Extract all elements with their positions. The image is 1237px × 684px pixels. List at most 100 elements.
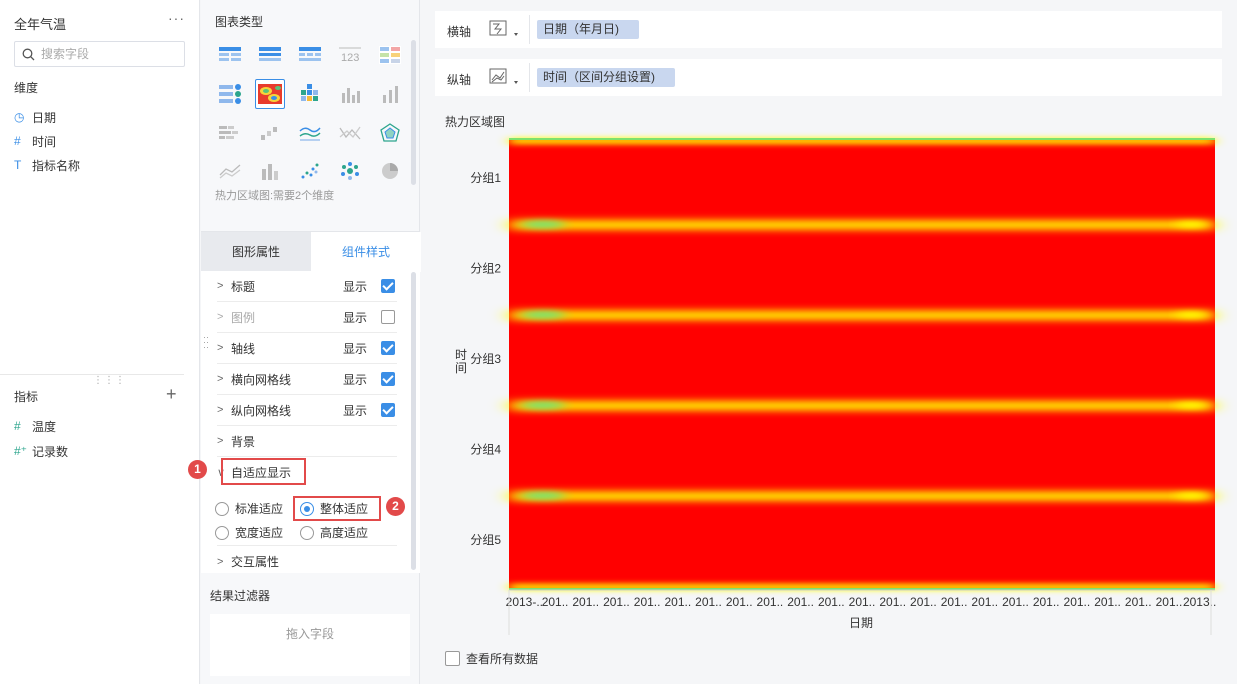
chart-type-line-icon[interactable] [295, 118, 325, 148]
add-measure-icon[interactable]: + [166, 384, 177, 405]
x-tick-label: 201.. [1125, 595, 1152, 609]
chart-type-table-icon[interactable] [215, 40, 245, 70]
svg-text:123: 123 [341, 52, 359, 63]
prop-vertical-grid[interactable]: > 纵向网格线 显示 [217, 395, 397, 426]
prop-title[interactable]: > 标题 显示 [217, 271, 397, 302]
y-tick-label: 分组5 [470, 533, 501, 547]
show-label: 显示 [342, 372, 367, 387]
chart-type-cross-table-icon[interactable] [295, 40, 325, 70]
heat-base [509, 138, 1215, 590]
y-tick-label: 分组3 [470, 352, 501, 366]
radio-button[interactable] [300, 525, 314, 540]
chart-type-kpi-icon[interactable]: 123 [335, 40, 365, 70]
x-tick-label: 201.. [664, 595, 691, 609]
show-axis-checkbox[interactable] [381, 341, 395, 355]
filter-drop-zone[interactable]: 拖入字段 [210, 614, 410, 676]
clock-icon: ◷ [14, 110, 25, 124]
show-label: 显示 [342, 310, 367, 325]
show-horizontal-grid-checkbox[interactable] [381, 372, 395, 386]
x-tick-label: 201.. [1033, 595, 1060, 609]
show-title-checkbox[interactable] [381, 279, 395, 293]
radio-width-fit[interactable]: 宽度适应 [215, 524, 283, 541]
chart-type-waterfall-icon[interactable] [255, 118, 285, 148]
chart-type-scatter-icon[interactable] [295, 156, 325, 186]
view-all-data-checkbox[interactable]: 查看所有数据 [445, 650, 538, 667]
panel-resize-grip-icon[interactable]: ·· ·· ·· [203, 333, 209, 352]
checkbox-box[interactable] [445, 651, 460, 666]
chart-type-pie-icon[interactable] [375, 156, 405, 186]
x-axis-field-pill[interactable]: 日期（年月日) [537, 20, 639, 39]
show-vertical-grid-checkbox[interactable] [381, 403, 395, 417]
chart-type-heat-area-icon[interactable] [255, 79, 285, 109]
chart-type-color-table-icon[interactable] [375, 40, 405, 70]
chart-type-polyline-icon[interactable] [335, 118, 365, 148]
x-tick-label: 201.. [634, 595, 661, 609]
prop-interaction[interactable]: > 交互属性 [217, 546, 397, 577]
more-icon[interactable]: ··· [168, 10, 185, 26]
axis-separator [529, 15, 530, 44]
heat-area-chart[interactable]: 分组1分组2分组3分组4分组5 2013-..201.. 201.. 201.. 20… [421, 130, 1237, 635]
tab-component-style[interactable]: 组件样式 [311, 232, 421, 272]
heat-band [509, 491, 1215, 501]
measure-field-temperature[interactable]: # 温度 [14, 416, 56, 436]
field-label: 温度 [32, 419, 57, 434]
y-axis-field-pill[interactable]: 时间（区间分组设置) [537, 68, 675, 87]
chart-type-bar-icon[interactable] [375, 79, 405, 109]
dataset-title: 全年气温 [14, 17, 67, 32]
y-axis-type-icon[interactable] [489, 68, 521, 91]
search-input[interactable] [41, 45, 181, 63]
radio-button[interactable] [215, 525, 229, 540]
heat-band [509, 310, 1215, 320]
x-tick-label: 201.. [757, 595, 784, 609]
property-scrollbar[interactable] [411, 272, 416, 570]
prop-axis[interactable]: > 轴线 显示 [217, 333, 397, 364]
dimension-field-indicator-name[interactable]: T 指标名称 [14, 155, 80, 175]
number-icon: # [14, 134, 21, 148]
chart-type-column-icon[interactable] [335, 79, 365, 109]
chart-type-scrollbar[interactable] [411, 40, 416, 185]
prop-label: 图例 [231, 310, 256, 325]
show-legend-checkbox[interactable] [381, 310, 395, 324]
chart-type-range-column-icon[interactable] [255, 156, 285, 186]
callout-badge-2: 2 [386, 497, 405, 516]
chart-type-heatmap-grid-icon[interactable] [295, 79, 325, 109]
measure-field-record-count[interactable]: #⁺ 记录数 [14, 441, 68, 461]
x-tick-label: 201.. [849, 595, 876, 609]
x-axis-type-icon[interactable] [489, 20, 521, 43]
radio-label: 宽度适应 [235, 526, 284, 540]
y-tick-label: 分组4 [470, 442, 501, 456]
prop-horizontal-grid[interactable]: > 横向网格线 显示 [217, 364, 397, 395]
radio-button[interactable] [215, 501, 229, 516]
resize-grip-icon[interactable]: ⋮⋮⋮ [93, 375, 125, 386]
chart-type-stacked-bar-icon[interactable] [215, 118, 245, 148]
result-filter-title: 结果过滤器 [210, 589, 271, 603]
dimension-field-time[interactable]: # 时间 [14, 131, 56, 151]
radio-standard-fit[interactable]: 标准适应 [215, 500, 283, 517]
dimension-field-date[interactable]: ◷ 日期 [14, 107, 56, 127]
prop-background[interactable]: > 背景 [217, 426, 397, 457]
heat-spot [1175, 402, 1207, 409]
search-icon [22, 48, 35, 61]
field-label: 记录数 [32, 444, 69, 459]
x-axis-bar[interactable]: 横轴 日期（年月日) [435, 11, 1222, 48]
chart-type-indicator-card-icon[interactable] [215, 79, 245, 109]
y-tick-label: 分组1 [470, 171, 501, 185]
property-tabs: 图形属性 组件样式 [201, 231, 421, 272]
chart-type-bubble-icon[interactable] [335, 156, 365, 186]
field-label: 日期 [32, 110, 57, 125]
chart-type-radar-icon[interactable] [375, 118, 405, 148]
text-icon: T [14, 158, 22, 172]
tab-graphic-properties[interactable]: 图形属性 [201, 232, 311, 272]
chart-type-grouped-table-icon[interactable] [255, 40, 285, 70]
heat-band [509, 401, 1215, 411]
highlight-box-overall-fit [293, 496, 381, 521]
y-axis-bar[interactable]: 纵轴 时间（区间分组设置) [435, 59, 1222, 96]
heat-band [509, 220, 1215, 230]
radio-height-fit[interactable]: 高度适应 [300, 524, 368, 541]
x-axis-label: 横轴 [447, 25, 472, 39]
prop-legend[interactable]: > 图例 显示 [217, 302, 397, 333]
drop-hint: 拖入字段 [285, 627, 334, 641]
chart-type-area-icon[interactable] [215, 156, 245, 186]
search-box[interactable] [14, 41, 185, 67]
plot-area [509, 138, 1215, 591]
